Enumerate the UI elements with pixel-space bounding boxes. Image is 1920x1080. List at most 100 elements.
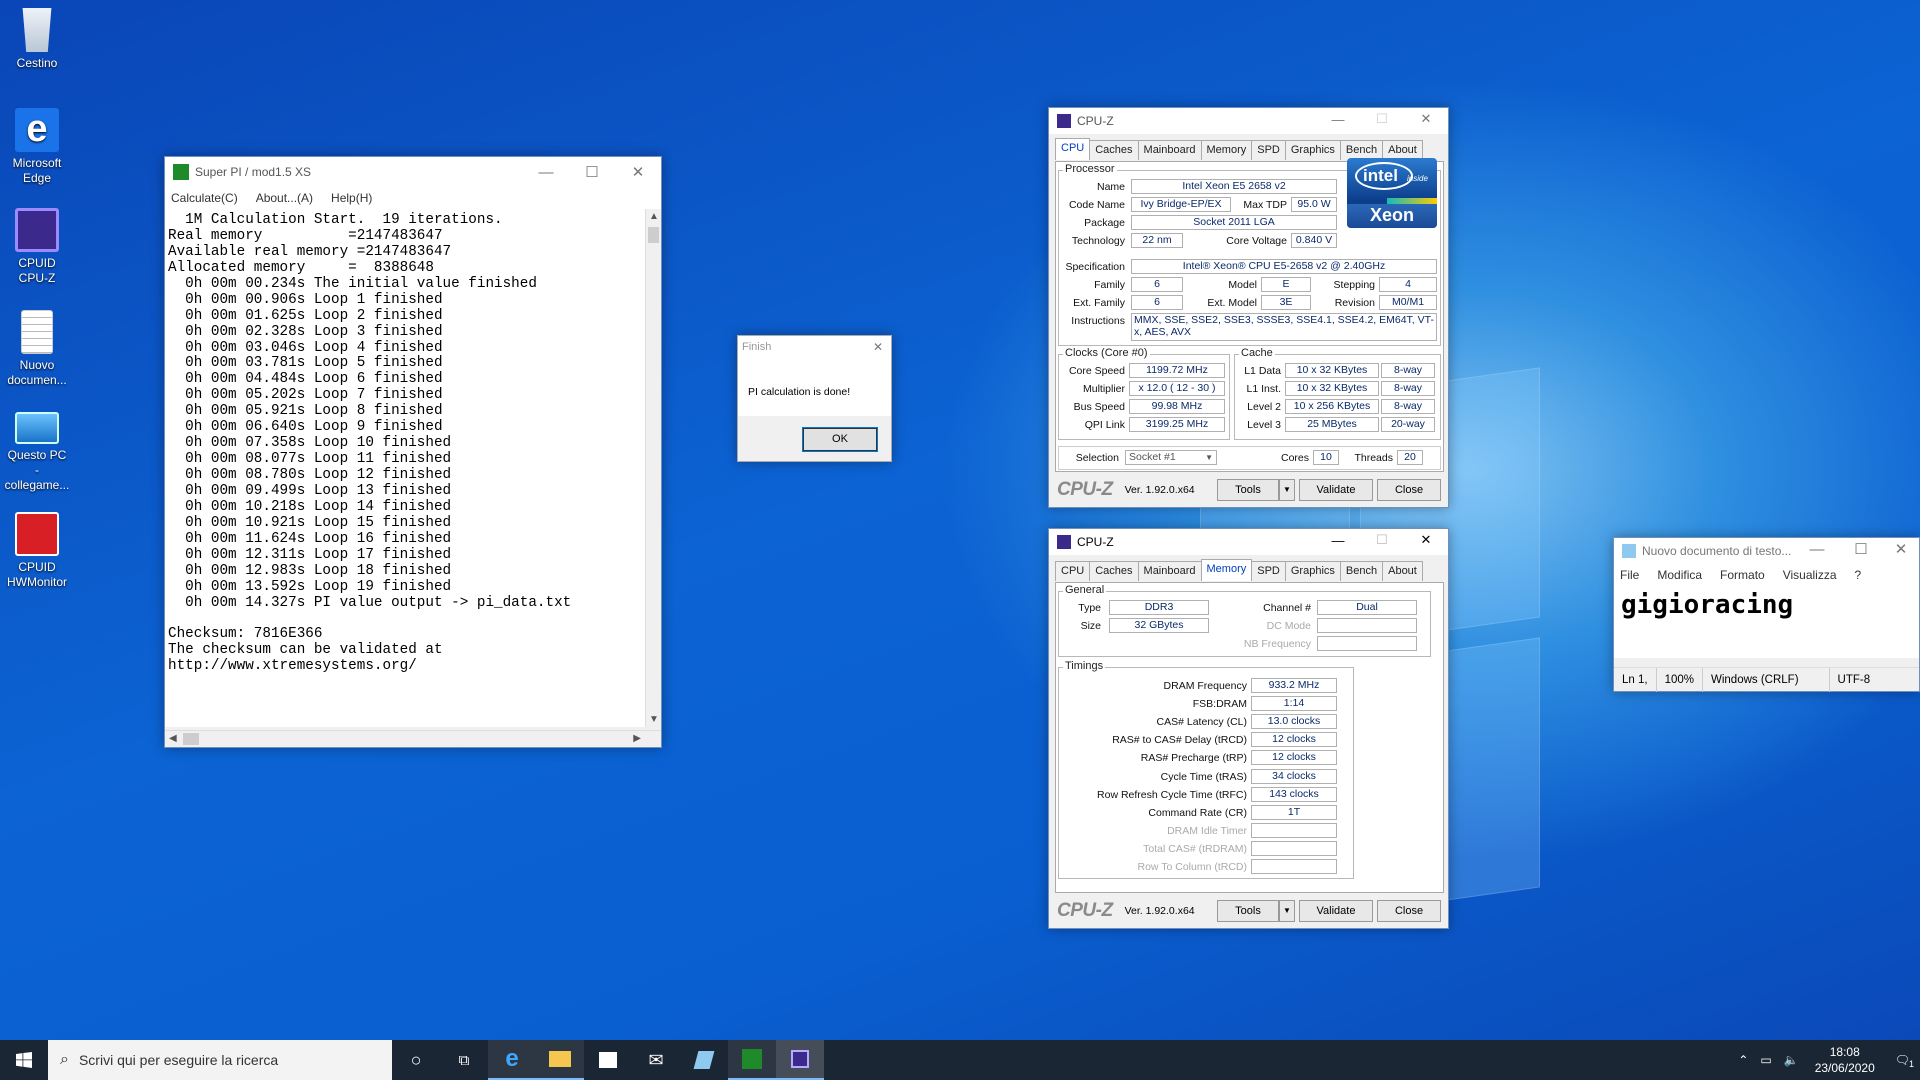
- close-icon[interactable]: ✕: [1883, 536, 1919, 562]
- clock-date: 23/06/2020: [1814, 1061, 1875, 1075]
- cpuz-taskbar-icon[interactable]: [776, 1040, 824, 1080]
- tab-mainboard[interactable]: Mainboard: [1137, 561, 1202, 581]
- desktop-icon-cpuz[interactable]: CPUID CPU-Z: [4, 208, 70, 286]
- volume-icon[interactable]: 🔈: [1778, 1053, 1805, 1067]
- desktop-icon-this-pc[interactable]: Questo PC - collegame...: [4, 412, 70, 493]
- maximize-icon[interactable]: ☐: [1360, 106, 1404, 132]
- cpuz-title: CPU-Z: [1077, 114, 1114, 128]
- maximize-icon[interactable]: ☐: [1839, 536, 1883, 562]
- menu-about[interactable]: About...(A): [256, 191, 313, 205]
- cpuz-cpu-window[interactable]: CPU-Z — ☐ ✕ CPU Caches Mainboard Memory SP…: [1048, 107, 1449, 508]
- code-name-label: Code Name: [1068, 199, 1125, 211]
- output-line: 0h 00m 04.484s Loop 6 finished: [168, 371, 443, 388]
- tab-spd[interactable]: SPD: [1251, 140, 1286, 160]
- cpuz-titlebar[interactable]: CPU-Z — ☐ ✕: [1049, 108, 1448, 134]
- store-icon[interactable]: [584, 1040, 632, 1080]
- tab-bench[interactable]: Bench: [1339, 561, 1384, 581]
- tab-caches[interactable]: Caches: [1089, 140, 1139, 160]
- horizontal-scrollbar[interactable]: ◀ ▶: [165, 730, 661, 747]
- finish-titlebar[interactable]: Finish ✕: [738, 336, 891, 358]
- cache-group-label: Cache: [1239, 347, 1275, 359]
- tab-graphics[interactable]: Graphics: [1284, 140, 1341, 160]
- superpi-taskbar-icon[interactable]: [728, 1040, 776, 1080]
- tab-cpu[interactable]: CPU: [1055, 561, 1091, 581]
- validate-button[interactable]: Validate: [1299, 900, 1373, 922]
- menu-file[interactable]: File: [1620, 568, 1639, 582]
- task-view-icon[interactable]: ⧉: [440, 1040, 488, 1080]
- taskbar-clock[interactable]: 18:08 23/06/2020: [1805, 1044, 1885, 1076]
- tab-spd[interactable]: SPD: [1251, 561, 1286, 581]
- tab-caches[interactable]: Caches: [1089, 561, 1139, 581]
- minimize-icon[interactable]: —: [1316, 527, 1360, 553]
- tools-button[interactable]: Tools: [1217, 479, 1279, 501]
- cpuz-memory-window[interactable]: CPU-Z — ☐ ✕ CPU Caches Mainboard Memory SP…: [1048, 528, 1449, 929]
- tab-about[interactable]: About: [1382, 561, 1423, 581]
- chevron-up-icon[interactable]: ⌃: [1732, 1053, 1754, 1067]
- notification-icon[interactable]: 🗨 1: [1885, 1053, 1920, 1069]
- notepad-titlebar[interactable]: Nuovo documento di testo... — ☐ ✕: [1614, 538, 1919, 564]
- network-icon[interactable]: ▭: [1754, 1053, 1777, 1067]
- desktop-icon-hwmonitor[interactable]: CPUID HWMonitor: [4, 512, 70, 590]
- timing-value: 143 clocks: [1251, 786, 1337, 802]
- socket-select[interactable]: Socket #1 ▼: [1125, 450, 1217, 465]
- validate-button[interactable]: Validate: [1299, 479, 1373, 501]
- tab-mainboard[interactable]: Mainboard: [1137, 140, 1202, 160]
- tools-dropdown-icon[interactable]: ▼: [1279, 479, 1295, 501]
- tab-about[interactable]: About: [1382, 140, 1423, 160]
- superpi-window[interactable]: Super PI / mod1.5 XS — ☐ ✕ Calculate(C) Ab…: [164, 156, 662, 748]
- ok-button[interactable]: OK: [802, 427, 878, 452]
- maximize-icon[interactable]: ☐: [1360, 527, 1404, 553]
- menu-modifica[interactable]: Modifica: [1657, 568, 1702, 582]
- close-button[interactable]: Close: [1377, 479, 1441, 501]
- taskbar-edge-icon[interactable]: e: [488, 1040, 536, 1080]
- tab-bench[interactable]: Bench: [1339, 140, 1384, 160]
- vertical-scrollbar[interactable]: ▲ ▼: [645, 209, 661, 727]
- tools-dropdown-icon[interactable]: ▼: [1279, 900, 1295, 922]
- level2-value: 10 x 256 KBytes: [1285, 399, 1379, 414]
- close-icon[interactable]: ✕: [1404, 527, 1448, 553]
- minimize-icon[interactable]: —: [1795, 536, 1839, 562]
- file-explorer-icon[interactable]: [536, 1040, 584, 1080]
- close-button[interactable]: Close: [1377, 900, 1441, 922]
- tab-memory[interactable]: Memory: [1200, 140, 1253, 160]
- mail-icon[interactable]: ✉: [632, 1040, 680, 1080]
- desktop-icon-text-document[interactable]: Nuovo documen...: [4, 310, 70, 388]
- tab-memory[interactable]: Memory: [1200, 559, 1253, 581]
- minimize-icon[interactable]: —: [1316, 106, 1360, 132]
- output-line: 0h 00m 01.625s Loop 2 finished: [168, 307, 443, 324]
- notepad-taskbar-icon[interactable]: [680, 1040, 728, 1080]
- tab-cpu[interactable]: CPU: [1055, 138, 1091, 160]
- close-icon[interactable]: ✕: [865, 336, 891, 358]
- l1-inst-label: L1 Inst.: [1246, 383, 1281, 395]
- close-icon[interactable]: ✕: [615, 157, 661, 187]
- menu-help[interactable]: Help(H): [331, 191, 372, 205]
- menu-visualizza[interactable]: Visualizza: [1783, 568, 1837, 582]
- superpi-titlebar[interactable]: Super PI / mod1.5 XS — ☐ ✕: [165, 157, 661, 187]
- status-line-ending: Windows (CRLF): [1703, 667, 1830, 692]
- output-line: 0h 00m 03.781s Loop 5 finished: [168, 355, 443, 372]
- close-icon[interactable]: ✕: [1404, 106, 1448, 132]
- tab-graphics[interactable]: Graphics: [1284, 561, 1341, 581]
- desktop-icon-recycle-bin[interactable]: Cestino: [4, 8, 70, 71]
- timing-label: Row Refresh Cycle Time (tRFC): [1097, 788, 1247, 801]
- tools-button[interactable]: Tools: [1217, 900, 1279, 922]
- cores-value: 10: [1313, 450, 1339, 465]
- maximize-icon[interactable]: ☐: [569, 157, 615, 187]
- cortana-icon[interactable]: ○: [392, 1040, 440, 1080]
- cpuz-tabs: CPU Caches Mainboard Memory SPD Graphics…: [1055, 138, 1423, 160]
- menu-calculate[interactable]: Calculate(C): [171, 191, 238, 205]
- taskbar-search-box[interactable]: ⌕ Scrivi qui per eseguire la ricerca: [48, 1040, 392, 1080]
- minimize-icon[interactable]: —: [523, 157, 569, 187]
- menu-formato[interactable]: Formato: [1720, 568, 1765, 582]
- finish-dialog[interactable]: Finish ✕ PI calculation is done! OK: [737, 335, 892, 462]
- menu-help[interactable]: ?: [1855, 568, 1862, 582]
- notepad-window[interactable]: Nuovo documento di testo... — ☐ ✕ File Mod…: [1613, 537, 1920, 692]
- package-value: Socket 2011 LGA: [1131, 215, 1337, 230]
- desktop-icon-edge[interactable]: e Microsoft Edge: [4, 108, 70, 186]
- cpuz-titlebar[interactable]: CPU-Z — ☐ ✕: [1049, 529, 1448, 555]
- recycle-bin-icon: [22, 8, 52, 52]
- notepad-text-area[interactable]: gigioracing: [1614, 586, 1919, 658]
- start-button[interactable]: [0, 1040, 48, 1080]
- timing-label: FSB:DRAM: [1192, 698, 1247, 711]
